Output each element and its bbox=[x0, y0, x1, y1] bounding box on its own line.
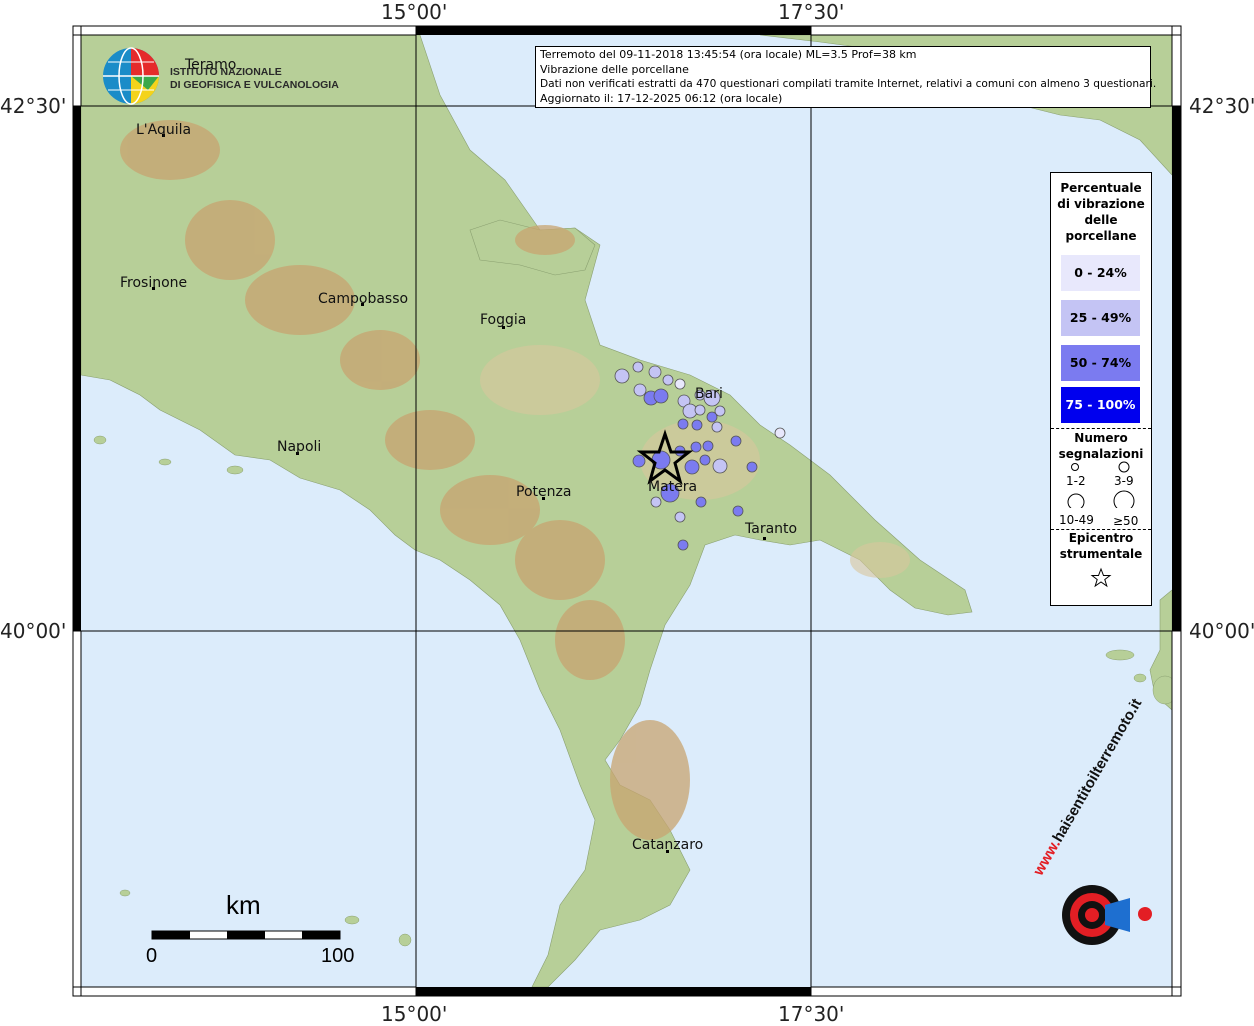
legend-title: Percentuale di vibrazione delle porcella… bbox=[1051, 180, 1151, 244]
legend-star-icon bbox=[1090, 567, 1112, 588]
lat-label-left-1: 42°30' bbox=[0, 94, 67, 118]
legend-epicenter-title-line2: strumentale bbox=[1059, 547, 1143, 561]
city-label-napoli: Napoli bbox=[277, 439, 322, 455]
lon-label-bottom-2: 17°30' bbox=[778, 1002, 845, 1026]
legend-title-line1: Percentuale bbox=[1060, 181, 1142, 195]
legend-count-title-line1: Numero bbox=[1074, 431, 1128, 445]
event-info-line2: Vibrazione delle porcellane bbox=[540, 62, 689, 76]
city-label-frosinone: Frosinone bbox=[120, 275, 188, 291]
legend-class-2: 50 - 74% bbox=[1061, 345, 1140, 381]
city-label-taranto: Taranto bbox=[745, 521, 798, 537]
legend-class-0: 0 - 24% bbox=[1061, 255, 1140, 291]
city-label-teramo: Teramo bbox=[185, 57, 237, 73]
legend-epicenter-title-line1: Epicentro bbox=[1068, 531, 1134, 545]
lon-label-bottom-1: 15°00' bbox=[381, 1002, 448, 1026]
legend-class-3: 75 - 100% bbox=[1061, 387, 1140, 423]
legend-count-2: 3-9 bbox=[1114, 474, 1134, 488]
lat-label-right-2: 40°00' bbox=[1189, 619, 1254, 643]
legend-title-line3: delle bbox=[1084, 213, 1118, 227]
lat-label-right-1: 42°30' bbox=[1189, 94, 1254, 118]
city-label-foggia: Foggia bbox=[480, 312, 527, 328]
city-label-catanzaro: Catanzaro bbox=[632, 837, 704, 853]
city-label-matera: Matera bbox=[648, 479, 698, 495]
legend-separator-1 bbox=[1051, 428, 1151, 429]
event-info-box: Terremoto del 09-11-2018 13:45:54 (ora l… bbox=[535, 46, 1157, 108]
legend-epicenter-title: Epicentro strumentale bbox=[1051, 530, 1151, 562]
lon-label-top-1: 15°00' bbox=[381, 0, 448, 24]
legend-count-3: 10-49 bbox=[1059, 513, 1094, 527]
city-label-laquila: L'Aquila bbox=[136, 122, 192, 138]
scale-min: 0 bbox=[146, 945, 158, 967]
event-info-line1: Terremoto del 09-11-2018 13:45:54 (ora l… bbox=[540, 48, 917, 61]
ingv-logo-line2: DI GEOFISICA E VULCANOLOGIA bbox=[170, 79, 339, 91]
legend-count-4: ≥50 bbox=[1113, 514, 1139, 528]
ingv-globe-icon bbox=[103, 47, 159, 105]
scale-bar bbox=[151, 930, 341, 940]
legend-title-line4: porcellane bbox=[1065, 229, 1137, 243]
city-label-bari: Bari bbox=[695, 386, 723, 402]
scale-unit: km bbox=[226, 890, 261, 920]
legend-count-1: 1-2 bbox=[1066, 474, 1086, 488]
legend: Percentuale di vibrazione delle porcella… bbox=[1050, 172, 1152, 606]
city-label-campobasso: Campobasso bbox=[318, 291, 409, 307]
legend-class-1: 25 - 49% bbox=[1061, 300, 1140, 336]
legend-title-line2: di vibrazione bbox=[1057, 197, 1145, 211]
event-info-line4: Aggiornato il: 17-12-2025 06:12 (ora loc… bbox=[540, 91, 783, 105]
lon-label-top-2: 17°30' bbox=[778, 0, 845, 24]
event-info-line3: Dati non verificati estratti da 470 ques… bbox=[540, 78, 1157, 90]
scale-max: 100 bbox=[321, 945, 355, 967]
lat-label-left-2: 40°00' bbox=[0, 619, 67, 643]
city-label-potenza: Potenza bbox=[516, 484, 572, 500]
